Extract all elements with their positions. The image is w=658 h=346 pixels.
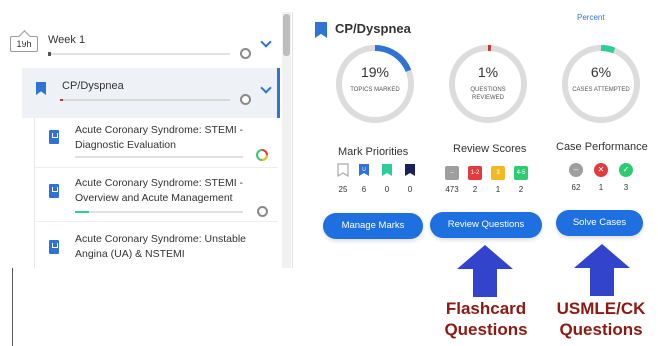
week-hours-label: 19h [16, 39, 32, 49]
review-scores-title: Review Scores [453, 143, 527, 155]
annotation-line: Flashcard [445, 299, 527, 318]
subtopic-title-line1: Acute Coronary Syndrome: STEMI - [75, 177, 244, 189]
case-count: 1 [598, 183, 604, 192]
score-unrated-badge[interactable]: – [445, 166, 459, 180]
review-questions-button[interactable]: Review Questions [430, 212, 542, 238]
percent-toggle-link[interactable]: Percent [577, 13, 605, 22]
donut-ring [449, 45, 527, 123]
divider-line [12, 268, 13, 346]
week-hours-badge: 19h [10, 36, 38, 52]
mark-count: 0 [407, 185, 413, 194]
up-arrow-icon [574, 244, 630, 296]
page-title: CP/Dyspnea [335, 21, 411, 36]
mark-count: 0 [384, 185, 390, 194]
topic-progress-bar [60, 99, 230, 101]
case-unattempted-badge[interactable]: – [569, 163, 583, 177]
subtopic-title-line2: Angina (UA) & NSTEMI [75, 248, 185, 260]
week-status-circle-icon [240, 48, 251, 59]
score-count: 2 [518, 185, 524, 194]
score-count: 2 [472, 185, 478, 194]
bookmark-teal-icon[interactable] [380, 163, 394, 177]
bookmark-navy-icon[interactable] [403, 163, 417, 177]
case-performance-title: Case Performance [556, 141, 648, 153]
questions-reviewed-donut: 1% QUESTIONS REVIEWED [446, 42, 530, 126]
mark-count: 25 [338, 185, 348, 194]
score-4-5-badge[interactable]: 4-5 [514, 166, 528, 180]
topics-marked-donut: 19% TOPICS MARKED [333, 42, 417, 126]
subtopic-item[interactable]: Acute Coronary Syndrome: STEMI - Overvie… [34, 168, 278, 222]
manage-marks-button[interactable]: Manage Marks [323, 213, 423, 239]
subtopic-progress-bar [75, 211, 243, 213]
solve-cases-button[interactable]: Solve Cases [556, 210, 643, 236]
mark-priorities-title: Mark Priorities [338, 146, 409, 158]
case-count: 3 [623, 183, 629, 192]
donut-label: QUESTIONS REVIEWED [470, 87, 506, 101]
subtopic-item[interactable]: Acute Coronary Syndrome: Unstable Angina… [34, 222, 278, 268]
donut-ring [336, 45, 414, 123]
case-count: 62 [571, 183, 581, 192]
annotation-line: Questions [559, 320, 643, 339]
case-correct-icon[interactable]: ✓ [619, 163, 633, 177]
week-progress-bar [48, 52, 230, 56]
donut-value: 6% [590, 64, 612, 80]
score-3-badge[interactable]: 3 [491, 166, 505, 180]
subtopic-title-line1: Acute Coronary Syndrome: STEMI - [75, 124, 244, 136]
subtopic-item[interactable]: Acute Coronary Syndrome: STEMI - Diagnos… [34, 118, 278, 168]
subtopic-status-circle-icon [257, 206, 268, 217]
subtopic-title-line2: Overview and Acute Management [75, 192, 233, 204]
annotation-line: USMLE/CK [556, 299, 646, 318]
donut-value: 19% [360, 64, 390, 80]
bookmark-outline-icon[interactable] [336, 163, 350, 177]
subtopic-progress-bar [75, 156, 243, 158]
svg-text:U: U [362, 167, 366, 173]
donut-value: 1% [477, 64, 499, 80]
annotation-line: Questions [444, 320, 528, 339]
subtopic-bookmark-icon [49, 130, 59, 144]
usmle-ck-questions-annotation: USMLE/CK Questions [548, 298, 654, 340]
subtopic-title-line1: Acute Coronary Syndrome: Unstable [75, 233, 246, 245]
cases-attempted-donut: 6% CASES ATTEMPTED [559, 42, 643, 126]
donut-label: TOPICS MARKED [350, 87, 400, 93]
subtopic-bookmark-icon [49, 184, 59, 198]
donut-ring [562, 45, 640, 123]
donut-label: CASES ATTEMPTED [572, 87, 630, 93]
score-count: 473 [445, 185, 459, 194]
sidebar-scrollbar[interactable] [282, 12, 291, 268]
page-bookmark-icon [315, 22, 327, 38]
topic-row-cp-dyspnea[interactable] [22, 68, 280, 118]
bookmark-blue-u-icon[interactable]: U [357, 163, 371, 177]
scrollbar-thumb[interactable] [283, 14, 290, 56]
topic-title: CP/Dyspnea [62, 80, 124, 92]
subtopic-bookmark-icon [49, 240, 59, 254]
subtopic-progress-ring-icon [256, 149, 268, 161]
up-arrow-icon [457, 245, 513, 297]
topic-status-circle-icon [240, 94, 251, 105]
score-count: 1 [495, 185, 501, 194]
score-1-2-badge[interactable]: 1-2 [468, 166, 482, 180]
week-title[interactable]: Week 1 [48, 34, 85, 46]
flashcard-questions-annotation: Flashcard Questions [436, 298, 536, 340]
case-incorrect-icon[interactable]: ✕ [594, 163, 608, 177]
mark-count: 6 [361, 185, 367, 194]
subtopic-title-line2: Diagnostic Evaluation [75, 139, 176, 151]
